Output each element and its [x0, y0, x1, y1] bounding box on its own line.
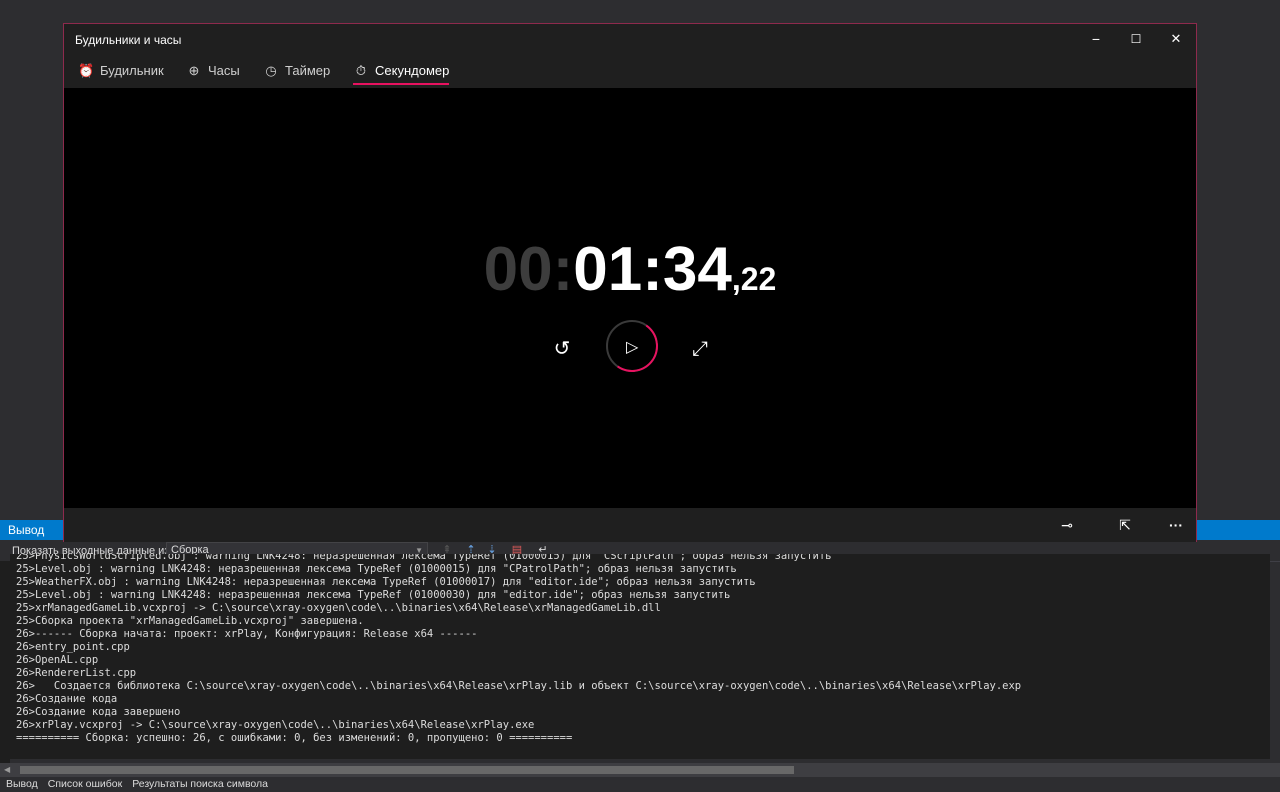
- output-line: 25>xrManagedGameLib.vcxproj -> C:\source…: [16, 602, 661, 614]
- scroll-left-icon[interactable]: ◀: [4, 763, 10, 777]
- output-line: 26>------ Сборка начата: проект: xrPlay,…: [16, 628, 478, 640]
- scrollbar-thumb[interactable]: [20, 766, 794, 774]
- clock-app-window: Будильники и часы − ☐ ✕ ⏰ Будильник ⊕ Часы…: [63, 23, 1197, 542]
- output-text-area[interactable]: 25>PhysicsWorldScripted.obj : warning LN…: [10, 554, 1270, 759]
- world-clock-icon: ⊕: [188, 63, 200, 78]
- close-button[interactable]: ✕: [1156, 27, 1196, 51]
- output-line: 25>Level.obj : warning LNK4248: неразреш…: [16, 589, 731, 601]
- tab-stopwatch-label: Секундомер: [375, 63, 450, 78]
- tab-timer[interactable]: ◷ Таймер: [263, 63, 330, 87]
- expand-icon: ⤢: [692, 338, 708, 360]
- share-icon[interactable]: ⇱: [1109, 513, 1141, 537]
- output-line: 25>Level.obj : warning LNK4248: неразреш…: [16, 563, 737, 575]
- title-bar: Будильники и часы − ☐ ✕ ⏰ Будильник ⊕ Часы…: [64, 24, 1196, 88]
- stopwatch-hours: 00:: [483, 235, 574, 304]
- output-line: 26>OpenAL.cpp: [16, 654, 99, 666]
- output-line: 26>xrPlay.vcxproj -> C:\source\xray-oxyg…: [16, 719, 535, 731]
- tab-stopwatch[interactable]: ⏱ Секундомер: [353, 63, 450, 87]
- alarm-icon: ⏰: [78, 63, 95, 78]
- reset-button[interactable]: ↺: [547, 334, 577, 364]
- output-line: 26>entry_point.cpp: [16, 641, 130, 653]
- output-gutter: [0, 561, 10, 766]
- horizontal-scrollbar[interactable]: ◀: [0, 763, 1280, 777]
- window-title: Будильники и часы: [75, 33, 182, 47]
- maximize-button[interactable]: ☐: [1116, 27, 1156, 51]
- tab-timer-label: Таймер: [285, 63, 331, 78]
- stopwatch-icon: ⏱: [355, 63, 367, 78]
- output-line: ========== Сборка: успешно: 26, с ошибка…: [16, 732, 573, 744]
- output-line: 25>WeatherFX.obj : warning LNK4248: нера…: [16, 576, 756, 588]
- timer-icon: ◷: [265, 63, 277, 78]
- tab-world-clock-label: Часы: [208, 63, 240, 78]
- play-button[interactable]: ▷: [601, 315, 663, 377]
- bottom-tab-strip: Вывод Список ошибок Результаты поиска симв…: [0, 777, 1280, 790]
- tab-error-list[interactable]: Список ошибок: [48, 778, 122, 790]
- output-line: 25>Сборка проекта "xrManagedGameLib.vcxp…: [16, 615, 364, 627]
- reset-icon: ↺: [553, 338, 571, 360]
- output-line: 26>RendererList.cpp: [16, 667, 137, 679]
- tab-alarm-label: Будильник: [100, 63, 164, 78]
- more-icon[interactable]: ···: [1160, 513, 1192, 537]
- output-line: 26>Создание кода: [16, 693, 118, 705]
- pin-icon[interactable]: ⊸: [1051, 513, 1083, 537]
- expand-button[interactable]: ⤢: [685, 334, 715, 364]
- stopwatch-hundredths: ,22: [731, 261, 777, 297]
- tab-output[interactable]: Вывод: [6, 778, 38, 790]
- output-panel-title-text: Вывод: [8, 523, 45, 537]
- tab-alarm[interactable]: ⏰ Будильник: [78, 63, 164, 87]
- tab-symbol-search-results[interactable]: Результаты поиска символа: [132, 778, 268, 790]
- tab-world-clock[interactable]: ⊕ Часы: [186, 63, 240, 87]
- stopwatch-time: 00:01:34,22: [64, 234, 1196, 305]
- output-line: 25>PhysicsWorldScripted.obj : warning LN…: [16, 554, 832, 562]
- output-line: 26>Создание кода завершено: [16, 706, 181, 718]
- stopwatch-minutes-seconds: 01:34: [573, 235, 732, 304]
- play-icon: ▷: [626, 339, 639, 356]
- minimize-button[interactable]: −: [1076, 27, 1116, 51]
- bottom-app-bar: ⊸ ⇱ ···: [64, 508, 1196, 542]
- output-line: 26> Создается библиотека C:\source\xray-…: [16, 680, 1022, 692]
